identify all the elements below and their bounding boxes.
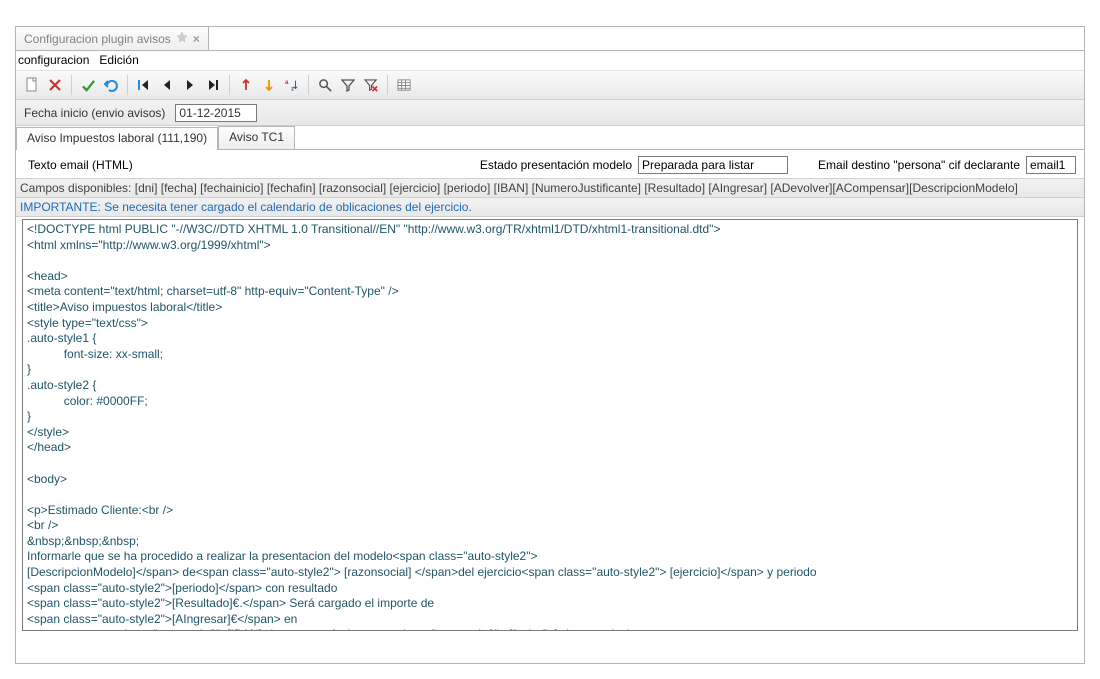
first-icon[interactable]: [134, 75, 154, 95]
email-input[interactable]: [1026, 156, 1076, 174]
html-editor[interactable]: <!DOCTYPE html PUBLIC "-//W3C//DTD XHTML…: [22, 219, 1078, 631]
sort-desc-icon[interactable]: [259, 75, 279, 95]
accept-icon[interactable]: [78, 75, 98, 95]
estado-label: Estado presentación modelo: [480, 158, 632, 172]
toolbar-separator: [229, 75, 230, 95]
clear-filter-icon[interactable]: [361, 75, 381, 95]
fields-bar: Campos disponibles: [dni] [fecha] [fecha…: [16, 178, 1084, 198]
email-label: Email destino "persona" cif declarante: [818, 158, 1020, 172]
app-window: Configuracion plugin avisos × configurac…: [15, 26, 1085, 664]
menu-configuracion[interactable]: configuracion: [18, 53, 89, 67]
estado-input[interactable]: [638, 156, 788, 174]
tab-label: Aviso TC1: [229, 130, 284, 144]
svg-text:z: z: [291, 85, 294, 92]
sub-tabbar: Aviso Impuestos laboral (111,190) Aviso …: [16, 126, 1084, 150]
search-icon[interactable]: [315, 75, 335, 95]
important-bar: IMPORTANTE: Se necesita tener cargado el…: [16, 198, 1084, 217]
star-icon[interactable]: [176, 31, 188, 46]
svg-text:a: a: [285, 79, 289, 86]
form-row: Texto email (HTML) Estado presentación m…: [16, 150, 1084, 178]
menu-edicion[interactable]: Edición: [99, 53, 138, 67]
tab-label: Aviso Impuestos laboral (111,190): [27, 131, 207, 145]
table-icon[interactable]: [394, 75, 414, 95]
sort-asc-icon[interactable]: [236, 75, 256, 95]
window-tab[interactable]: Configuracion plugin avisos ×: [16, 27, 209, 50]
undo-icon[interactable]: [101, 75, 121, 95]
prev-icon[interactable]: [157, 75, 177, 95]
date-input[interactable]: [175, 104, 257, 122]
close-icon[interactable]: ×: [193, 32, 200, 46]
toolbar-separator: [127, 75, 128, 95]
next-icon[interactable]: [180, 75, 200, 95]
new-icon[interactable]: [22, 75, 42, 95]
sort-az-icon[interactable]: az: [282, 75, 302, 95]
fields-list: [dni] [fecha] [fechainicio] [fechafin] […: [135, 181, 1018, 195]
menu-bar: configuracion Edición: [16, 51, 1084, 70]
fields-prefix: Campos disponibles:: [20, 181, 131, 195]
texto-label: Texto email (HTML): [28, 158, 133, 172]
toolbar-separator: [308, 75, 309, 95]
tab-aviso-tc1[interactable]: Aviso TC1: [218, 126, 295, 149]
delete-icon[interactable]: [45, 75, 65, 95]
date-label: Fecha inicio (envio avisos): [24, 106, 165, 120]
last-icon[interactable]: [203, 75, 223, 95]
toolbar: az: [16, 70, 1084, 100]
window-tab-title: Configuracion plugin avisos: [24, 32, 171, 46]
filter-icon[interactable]: [338, 75, 358, 95]
tab-aviso-impuestos[interactable]: Aviso Impuestos laboral (111,190): [16, 127, 218, 150]
date-row: Fecha inicio (envio avisos): [16, 100, 1084, 126]
window-tabbar: Configuracion plugin avisos ×: [16, 27, 1084, 51]
toolbar-separator: [71, 75, 72, 95]
toolbar-separator: [387, 75, 388, 95]
